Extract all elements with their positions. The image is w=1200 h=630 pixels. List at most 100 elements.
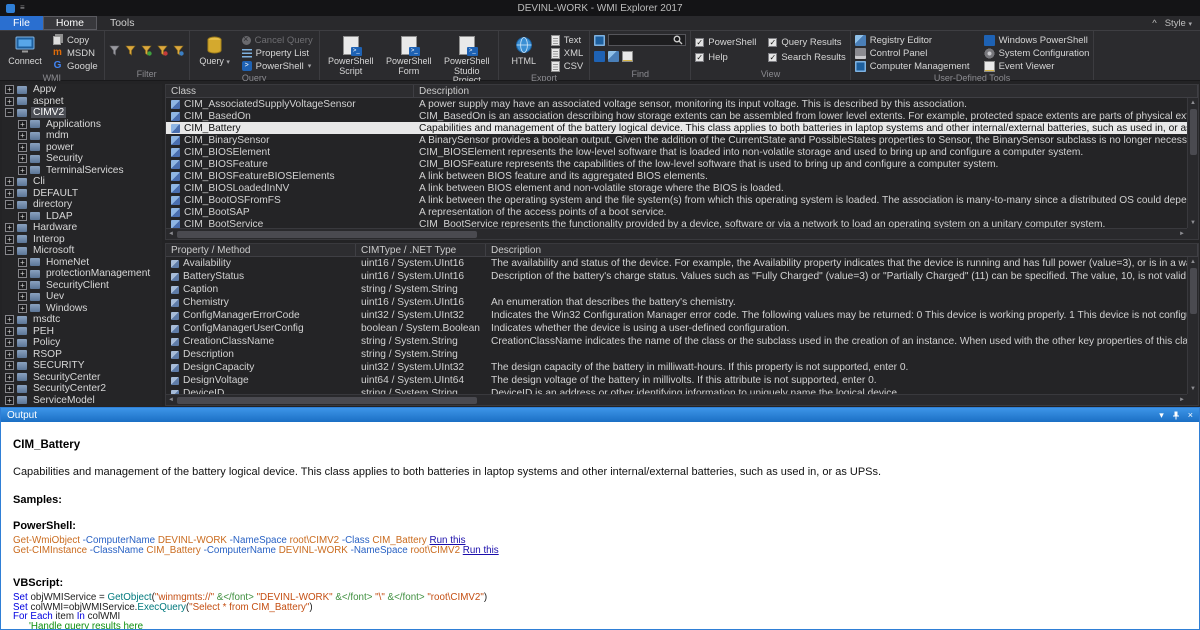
- expand-node-icon[interactable]: +: [5, 384, 14, 393]
- tab-file[interactable]: File: [0, 16, 43, 30]
- class-row[interactable]: CIM_BootServiceCIM_BootService represent…: [166, 218, 1187, 228]
- tree-item-aspnet[interactable]: +aspnet: [2, 96, 162, 108]
- scroll-thumb[interactable]: [1190, 268, 1197, 314]
- tree-item-SecurityClient[interactable]: +SecurityClient: [2, 280, 162, 292]
- expand-node-icon[interactable]: +: [18, 166, 27, 175]
- powershell-script-button[interactable]: >_ PowerShell Script: [324, 33, 378, 77]
- tool-system-configuration[interactable]: System Configuration: [984, 47, 1090, 59]
- tree-item-power[interactable]: +power: [2, 142, 162, 154]
- class-row[interactable]: CIM_BIOSFeatureCIM_BIOSFeature represent…: [166, 158, 1187, 170]
- tree-item-Applications[interactable]: +Applications: [2, 119, 162, 131]
- property-row[interactable]: DesignCapacityuint32 / System.UInt32The …: [166, 361, 1187, 374]
- tree-item-Policy[interactable]: +Policy: [2, 337, 162, 349]
- tree-item-ServiceModel[interactable]: +ServiceModel: [2, 395, 162, 407]
- scroll-thumb[interactable]: [177, 397, 477, 404]
- tool-windows-powershell[interactable]: Windows PowerShell: [984, 34, 1090, 46]
- tree-item-mdm[interactable]: +mdm: [2, 130, 162, 142]
- class-table-hscrollbar[interactable]: ◄ ►: [166, 228, 1187, 239]
- tool-registry-editor[interactable]: Registry Editor: [855, 34, 970, 46]
- export-csv-button[interactable]: CSV: [549, 60, 586, 72]
- expand-node-icon[interactable]: +: [18, 269, 27, 278]
- tree-item-Windows[interactable]: +Windows: [2, 303, 162, 315]
- tool-control-panel[interactable]: Control Panel: [855, 47, 970, 59]
- powershell-studio-project-button[interactable]: >_ PowerShell Studio Project: [440, 33, 494, 87]
- tree-item-Security[interactable]: +Security: [2, 153, 162, 165]
- tree-item-msdtc[interactable]: +msdtc: [2, 314, 162, 326]
- class-row[interactable]: CIM_BatteryCapabilities and management o…: [166, 122, 1187, 134]
- scroll-down-icon[interactable]: ▼: [1188, 218, 1198, 228]
- tree-item-SecurityCenter[interactable]: +SecurityCenter: [2, 372, 162, 384]
- tree-item-SecurityCenter2[interactable]: +SecurityCenter2: [2, 383, 162, 395]
- find-next-icon[interactable]: [608, 51, 619, 62]
- property-row[interactable]: ConfigManagerUserConfigboolean / System.…: [166, 322, 1187, 335]
- property-table-hscrollbar[interactable]: ◄ ►: [166, 394, 1187, 405]
- expand-node-icon[interactable]: +: [18, 281, 27, 290]
- collapse-node-icon[interactable]: −: [5, 108, 14, 117]
- tree-item-Appv[interactable]: +Appv: [2, 84, 162, 96]
- tree-item-Interop[interactable]: +Interop: [2, 234, 162, 246]
- expand-node-icon[interactable]: +: [5, 373, 14, 382]
- find-search-input[interactable]: [611, 36, 671, 45]
- class-row[interactable]: CIM_AssociatedSupplyVoltageSensorA power…: [166, 98, 1187, 110]
- column-header-property[interactable]: Property / Method: [166, 244, 356, 256]
- tree-item-LDAP[interactable]: +LDAP: [2, 211, 162, 223]
- class-row[interactable]: CIM_BootSAPA representation of the acces…: [166, 206, 1187, 218]
- tool-computer-management[interactable]: Computer Management: [855, 60, 970, 72]
- class-row[interactable]: CIM_BIOSLoadedInNVA link between BIOS el…: [166, 182, 1187, 194]
- style-selector[interactable]: Style ▾: [1165, 18, 1192, 29]
- tree-item-Hardware[interactable]: +Hardware: [2, 222, 162, 234]
- tree-item-PEH[interactable]: +PEH: [2, 326, 162, 338]
- scroll-up-icon[interactable]: ▲: [1188, 98, 1198, 108]
- google-button[interactable]: G Google: [50, 60, 100, 72]
- property-row[interactable]: DeviceIDstring / System.StringDeviceID i…: [166, 387, 1187, 394]
- property-row[interactable]: Descriptionstring / System.String: [166, 348, 1187, 361]
- quick-access-menu-icon[interactable]: ≡: [20, 4, 28, 12]
- tab-tools[interactable]: Tools: [97, 16, 148, 30]
- expand-node-icon[interactable]: +: [5, 223, 14, 232]
- export-text-button[interactable]: Text: [549, 34, 586, 46]
- column-header-class[interactable]: Class: [166, 85, 414, 97]
- tree-item-DEFAULT[interactable]: +DEFAULT: [2, 188, 162, 200]
- filter-icon[interactable]: [125, 45, 137, 57]
- expand-node-icon[interactable]: +: [5, 85, 14, 94]
- scroll-up-icon[interactable]: ▲: [1188, 257, 1198, 267]
- property-row[interactable]: BatteryStatusuint16 / System.UInt16Descr…: [166, 270, 1187, 283]
- expand-node-icon[interactable]: +: [18, 154, 27, 163]
- property-list-button[interactable]: Property List: [240, 47, 315, 59]
- filter-remove-icon[interactable]: [157, 45, 169, 57]
- expand-node-icon[interactable]: +: [5, 177, 14, 186]
- class-row[interactable]: CIM_BinarySensorA BinarySensor provides …: [166, 134, 1187, 146]
- expand-node-icon[interactable]: +: [18, 292, 27, 301]
- expand-node-icon[interactable]: +: [5, 97, 14, 106]
- class-row[interactable]: CIM_BIOSElementCIM_BIOSElement represent…: [166, 146, 1187, 158]
- view-option-query-results[interactable]: ✓ Query Results: [768, 36, 845, 49]
- expand-node-icon[interactable]: +: [5, 189, 14, 198]
- column-header-cimtype[interactable]: CIMType / .NET Type: [356, 244, 486, 256]
- tree-item-directory[interactable]: −directory: [2, 199, 162, 211]
- view-option-powershell[interactable]: ✓ PowerShell: [695, 36, 756, 49]
- scroll-down-icon[interactable]: ▼: [1188, 384, 1198, 394]
- output-panel-header[interactable]: Output ▾ ×: [1, 408, 1199, 422]
- powershell-menu-button[interactable]: > PowerShell ▾: [240, 60, 315, 72]
- property-row[interactable]: CreationClassNamestring / System.StringC…: [166, 335, 1187, 348]
- scroll-thumb[interactable]: [1190, 109, 1197, 155]
- expand-node-icon[interactable]: +: [5, 361, 14, 370]
- tree-item-HomeNet[interactable]: +HomeNet: [2, 257, 162, 269]
- scroll-thumb[interactable]: [177, 231, 477, 238]
- tree-item-CIMV2[interactable]: −CIMV2: [2, 107, 162, 119]
- expand-node-icon[interactable]: +: [5, 396, 14, 405]
- run-this-link[interactable]: Run this: [463, 545, 499, 556]
- expand-node-icon[interactable]: +: [18, 131, 27, 140]
- property-table-vscrollbar[interactable]: ▲ ▼: [1187, 257, 1198, 394]
- close-icon[interactable]: ×: [1188, 410, 1193, 420]
- property-row[interactable]: Chemistryuint16 / System.UInt16An enumer…: [166, 296, 1187, 309]
- search-icon[interactable]: [673, 35, 683, 45]
- property-row[interactable]: Availabilityuint16 / System.UInt16The av…: [166, 257, 1187, 270]
- scroll-right-icon[interactable]: ►: [1177, 229, 1187, 239]
- msdn-button[interactable]: m MSDN: [50, 47, 100, 59]
- property-row[interactable]: DesignVoltageuint64 / System.UInt64The d…: [166, 374, 1187, 387]
- tab-home[interactable]: Home: [43, 16, 97, 30]
- filter-add-icon[interactable]: [141, 45, 153, 57]
- connect-button[interactable]: Connect: [4, 33, 46, 68]
- collapse-node-icon[interactable]: −: [5, 246, 14, 255]
